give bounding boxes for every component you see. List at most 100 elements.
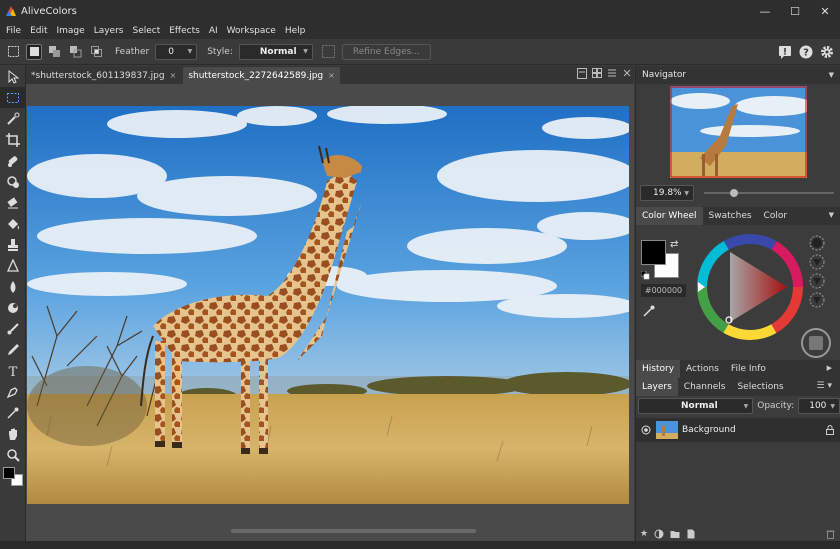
color-swatches[interactable] xyxy=(0,465,25,489)
tab-file-info[interactable]: File Info xyxy=(725,360,772,378)
zoom-tool-icon[interactable] xyxy=(0,444,26,465)
default-colors-icon[interactable] xyxy=(641,271,650,280)
tab-color-wheel[interactable]: Color Wheel xyxy=(636,207,703,225)
hex-value: #000000 xyxy=(644,286,683,295)
menu-image[interactable]: Image xyxy=(57,26,85,36)
opacity-label: Opacity: xyxy=(757,401,795,411)
maximize-button[interactable]: ☐ xyxy=(780,0,810,22)
menu-ai[interactable]: AI xyxy=(209,26,218,36)
opacity-input[interactable]: 100 ▼ xyxy=(798,398,840,414)
crop-tool-icon[interactable] xyxy=(0,129,26,150)
navigator-title: Navigator xyxy=(642,70,687,80)
document-tab-label: shutterstock_2272642589.jpg xyxy=(188,70,324,81)
menu-select[interactable]: Select xyxy=(132,26,160,36)
canvas-area[interactable] xyxy=(26,84,634,541)
tab-close-icon[interactable]: × xyxy=(328,71,335,80)
hand-tool-icon[interactable] xyxy=(0,423,26,444)
tab-history[interactable]: History xyxy=(636,360,681,378)
text-tool-icon[interactable]: T xyxy=(0,360,26,381)
document-tab[interactable]: *shutterstock_601139837.jpg × xyxy=(26,67,181,84)
tab-menu-icon[interactable] xyxy=(607,68,617,78)
new-group-folder-icon[interactable] xyxy=(670,529,680,539)
tab-selections[interactable]: Selections xyxy=(731,378,789,396)
rectangle-select-tool-icon[interactable] xyxy=(0,87,26,108)
menu-file[interactable]: File xyxy=(6,26,21,36)
help-icon[interactable]: ? xyxy=(799,45,813,59)
eraser-tool-icon[interactable] xyxy=(0,192,26,213)
smudge-tool-icon[interactable] xyxy=(0,297,26,318)
tab-layers[interactable]: Layers xyxy=(636,378,678,396)
tab-color[interactable]: Color xyxy=(758,207,794,225)
pencil-tool-icon[interactable] xyxy=(0,339,26,360)
menu-help[interactable]: Help xyxy=(285,26,306,36)
color-wheel-ring[interactable] xyxy=(695,232,805,342)
lock-icon[interactable] xyxy=(826,425,834,435)
intersect-selection-mode-icon[interactable] xyxy=(89,44,105,60)
hex-field[interactable]: #000000 xyxy=(641,284,686,297)
color-harmony-button-icon[interactable] xyxy=(800,327,832,359)
blur-tool-icon[interactable] xyxy=(0,276,26,297)
document-info-icon[interactable] xyxy=(577,68,587,79)
pen-tool-icon[interactable] xyxy=(0,381,26,402)
style-select[interactable]: Normal ▼ xyxy=(238,43,313,60)
sharpen-tool-icon[interactable] xyxy=(0,255,26,276)
menu-layers[interactable]: Layers xyxy=(94,26,124,36)
menu-effects[interactable]: Effects xyxy=(169,26,200,36)
move-tool-icon[interactable] xyxy=(0,66,26,87)
tab-swatches[interactable]: Swatches xyxy=(703,207,758,225)
brush-tool-icon[interactable] xyxy=(0,318,26,339)
navigator-preview[interactable] xyxy=(636,84,840,182)
layers-menu-icon[interactable]: ☰ ▾ xyxy=(817,381,832,391)
document-tab-active[interactable]: shutterstock_2272642589.jpg × xyxy=(183,67,340,84)
layer-effects-star-icon[interactable]: ★ xyxy=(640,529,648,539)
foreground-color-chip[interactable] xyxy=(641,240,666,265)
new-selection-mode-icon[interactable] xyxy=(26,43,42,60)
zoom-slider[interactable] xyxy=(704,189,834,197)
zoom-select[interactable]: 19.8% ▼ xyxy=(640,185,694,201)
layer-row[interactable]: Background xyxy=(636,418,840,442)
add-selection-mode-icon[interactable] xyxy=(47,44,63,60)
close-document-icon[interactable] xyxy=(622,68,632,78)
swap-colors-icon[interactable]: ⇄ xyxy=(670,239,678,250)
stamp-tool-icon[interactable] xyxy=(0,234,26,255)
new-layer-icon[interactable] xyxy=(686,529,696,539)
expand-arrow-icon[interactable]: ▶ xyxy=(827,364,832,372)
healing-brush-tool-icon[interactable] xyxy=(0,150,26,171)
feedback-icon[interactable] xyxy=(778,45,792,59)
refine-edges-button[interactable]: Refine Edges... xyxy=(341,43,431,60)
tab-channels[interactable]: Channels xyxy=(678,378,732,396)
visibility-eye-icon[interactable] xyxy=(641,425,651,435)
scrollbar-thumb[interactable] xyxy=(231,529,476,533)
layer-options-row: Normal ▼ Opacity: 100 ▼ xyxy=(636,396,840,416)
eyedropper-tool-icon[interactable] xyxy=(0,402,26,423)
clone-stamp-tool-icon[interactable] xyxy=(0,171,26,192)
feather-value: 0 xyxy=(168,46,174,57)
magic-wand-tool-icon[interactable] xyxy=(0,108,26,129)
settings-gear-icon[interactable] xyxy=(820,45,834,59)
marquee-tool-icon[interactable] xyxy=(5,44,21,60)
zoom-slider-handle[interactable] xyxy=(730,189,738,197)
tab-close-icon[interactable]: × xyxy=(170,71,177,80)
horizontal-scrollbar[interactable] xyxy=(26,529,630,534)
fill-tool-icon[interactable] xyxy=(0,213,26,234)
giraffe-photo[interactable] xyxy=(27,106,629,504)
menu-edit[interactable]: Edit xyxy=(30,26,47,36)
tab-actions[interactable]: Actions xyxy=(680,360,725,378)
navigator-panel-header[interactable]: Navigator ▼ xyxy=(636,66,840,84)
feather-input[interactable]: 0 ▼ xyxy=(155,43,198,60)
chevron-down-icon: ▼ xyxy=(684,189,689,197)
blend-mode-select[interactable]: Normal ▼ xyxy=(638,398,754,414)
menu-workspace[interactable]: Workspace xyxy=(227,26,276,36)
minimize-button[interactable]: — xyxy=(750,0,780,22)
selection-frame-icon[interactable] xyxy=(321,44,337,60)
delete-layer-trash-icon[interactable] xyxy=(826,529,835,539)
close-button[interactable]: ✕ xyxy=(810,0,840,22)
adjustment-layer-icon[interactable] xyxy=(654,529,664,539)
panel-menu-chevron-icon[interactable]: ▼ xyxy=(829,211,834,219)
tile-windows-icon[interactable] xyxy=(592,68,602,78)
subtract-selection-mode-icon[interactable] xyxy=(68,44,84,60)
color-model-icons[interactable] xyxy=(809,235,825,313)
panel-menu-chevron-icon[interactable]: ▼ xyxy=(829,71,834,79)
eyedropper-icon[interactable] xyxy=(642,304,656,318)
foreground-color-swatch[interactable] xyxy=(3,467,15,479)
